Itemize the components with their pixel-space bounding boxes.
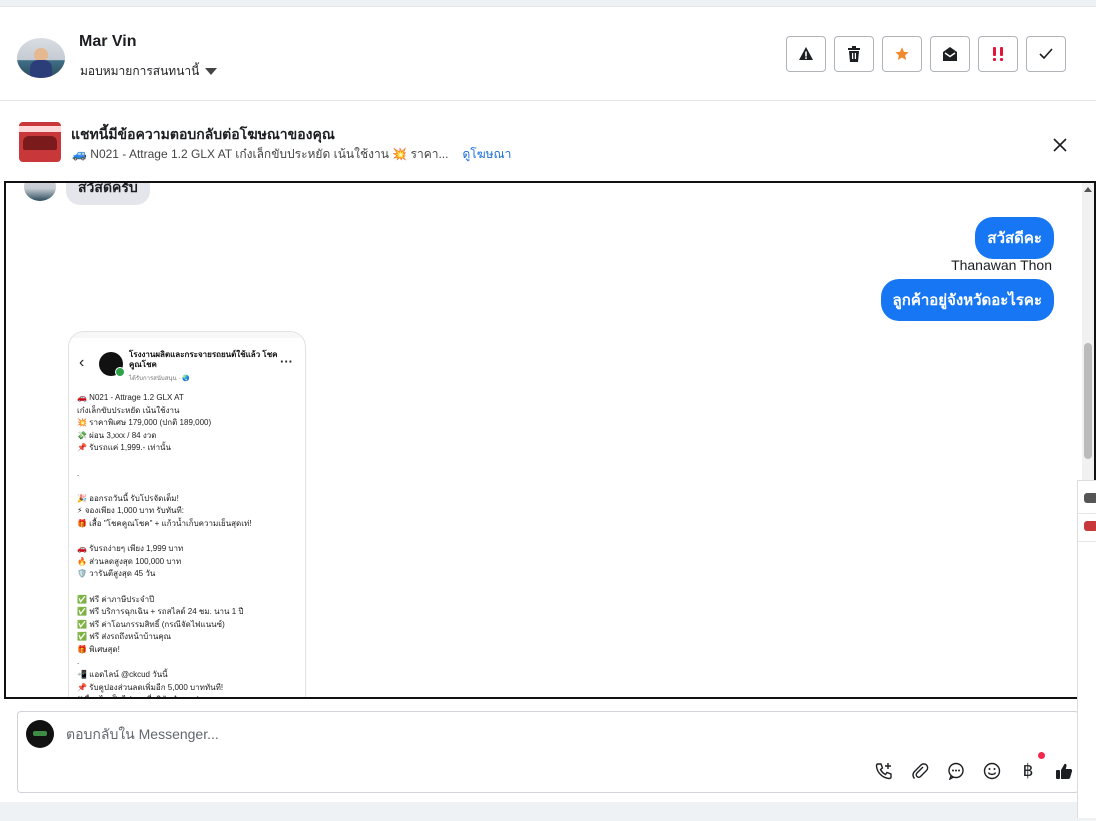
incoming-message[interactable]: สวัสดีครับ [66, 183, 150, 205]
side-preview-panel[interactable] [1077, 480, 1096, 818]
post-page-name: โรงงานผลิตและกระจายรถยนต์ใช้แล้ว โชคคูณโ… [129, 350, 278, 369]
preview-thumbnail [1084, 521, 1096, 531]
saved-reply-icon[interactable] [945, 760, 967, 782]
emoji-icon[interactable] [981, 760, 1003, 782]
star-button[interactable] [882, 36, 922, 72]
mark-unread-button[interactable] [930, 36, 970, 72]
ad-reply-banner: แชทนี้มีข้อความตอบกลับต่อโฆษณาของคุณ 🚙 N… [0, 102, 1096, 182]
mark-done-button[interactable] [1026, 36, 1066, 72]
back-arrow-icon: ‹ [79, 354, 85, 371]
post-page-sub: ได้รับการสนับสนุน · 🌏 [129, 376, 190, 382]
baht-payment-icon[interactable]: ฿ [1017, 752, 1045, 782]
delete-button[interactable] [834, 36, 874, 72]
report-spam-button[interactable] [786, 36, 826, 72]
reply-composer: ฿ [17, 711, 1079, 793]
star-icon [895, 47, 909, 60]
reply-input[interactable] [66, 726, 846, 742]
image-attachment[interactable]: ‹ โรงงานผลิตและกระจายรถยนต์ใช้แล้ว โชคคู… [68, 331, 306, 697]
more-options-icon: ··· [280, 354, 293, 369]
contact-avatar[interactable] [17, 38, 65, 78]
trash-icon [848, 46, 860, 62]
scrollbar-thumb[interactable] [1084, 343, 1092, 459]
preview-thumbnail [1084, 493, 1096, 503]
close-icon[interactable] [1053, 136, 1067, 157]
check-icon [1039, 48, 1053, 60]
caret-down-icon [205, 68, 218, 75]
contact-name[interactable]: Mar Vin [79, 33, 137, 51]
mark-urgent-button[interactable] [978, 36, 1018, 72]
ad-snippet: 🚙 N021 - Attrage 1.2 GLX AT เก๋งเล็กขับป… [72, 147, 449, 161]
view-ad-link[interactable]: ดูโฆษณา [462, 145, 511, 164]
page-avatar [99, 352, 125, 377]
conversation-actions [786, 36, 1066, 72]
contact-avatar-small [24, 183, 56, 201]
message-thread[interactable]: สวัสดีครับ สวัสดีคะ Thanawan Thon ลูกค้า… [4, 181, 1096, 699]
scroll-up-icon[interactable] [1084, 187, 1092, 192]
warning-icon [799, 47, 813, 60]
conversation-panel: Mar Vin มอบหมายการสนทนานี้ แชทนี้มีข้อคว… [0, 6, 1096, 802]
sender-name: Thanawan Thon [951, 257, 1052, 273]
ad-thumbnail[interactable] [19, 122, 61, 162]
outgoing-message[interactable]: ลูกค้าอยู่จังหวัดอะไรคะ [880, 279, 1054, 321]
page-avatar [26, 720, 54, 748]
phone-plus-icon[interactable] [873, 760, 895, 782]
ad-banner-subtitle: 🚙 N021 - Attrage 1.2 GLX AT เก๋งเล็กขับป… [72, 145, 511, 164]
composer-tools: ฿ [873, 752, 1075, 782]
assign-label: มอบหมายการสนทนานี้ [80, 64, 200, 78]
attachment-icon[interactable] [909, 760, 931, 782]
outgoing-message[interactable]: สวัสดีคะ [975, 217, 1054, 259]
envelope-open-icon [943, 47, 957, 61]
thumbs-up-icon[interactable] [1053, 760, 1075, 782]
urgent-icon [993, 47, 1003, 61]
ad-banner-title: แชทนี้มีข้อความตอบกลับต่อโฆษณาของคุณ [71, 126, 335, 142]
assign-conversation-dropdown[interactable]: มอบหมายการสนทนานี้ [80, 62, 218, 81]
post-body: 🚗 N021 - Attrage 1.2 GLX AT เก๋งเล็กขับป… [77, 393, 252, 697]
conversation-header: Mar Vin มอบหมายการสนทนานี้ [0, 7, 1096, 101]
